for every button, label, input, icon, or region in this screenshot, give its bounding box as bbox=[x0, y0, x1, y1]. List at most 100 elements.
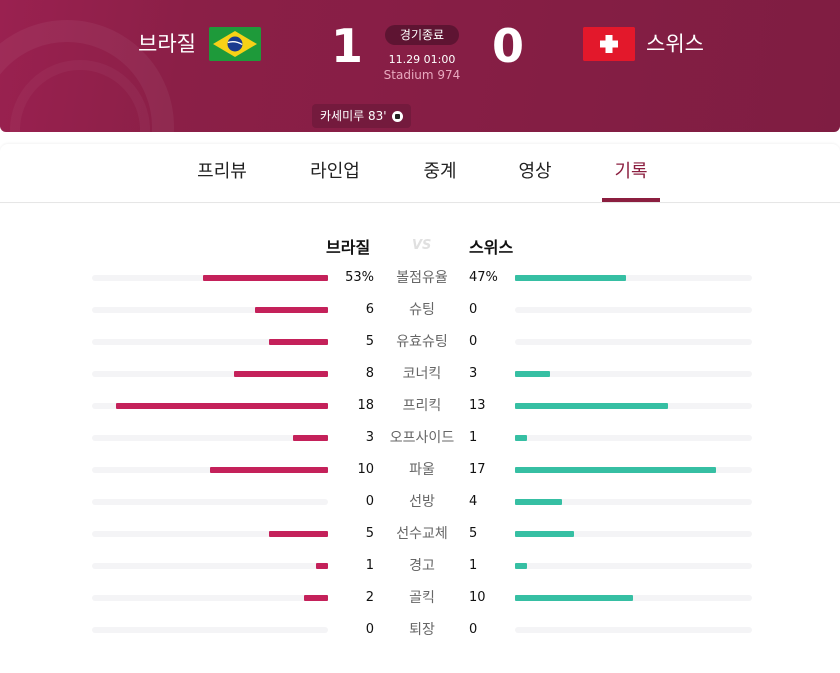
tab-broadcast[interactable]: 중계 bbox=[420, 144, 460, 202]
away-stat-bar bbox=[515, 531, 574, 537]
stat-row: 1 경고 1 bbox=[0, 556, 840, 576]
stat-label: 골킥 bbox=[409, 590, 435, 606]
away-stat-value: 0 bbox=[469, 622, 478, 637]
match-venue: Stadium 974 bbox=[383, 68, 461, 82]
stat-row: 8 코너킥 3 bbox=[0, 364, 840, 384]
away-stat-bar bbox=[515, 275, 626, 281]
home-stat-value: 53% bbox=[345, 270, 374, 285]
stat-row: 0 선방 4 bbox=[0, 492, 840, 512]
match-status-badge: 경기종료 bbox=[385, 25, 459, 45]
away-stat-bar bbox=[515, 435, 527, 441]
away-stat-track bbox=[515, 371, 752, 377]
stat-row: 10 파울 17 bbox=[0, 460, 840, 480]
stat-label: 퇴장 bbox=[409, 622, 435, 638]
home-score: 1 bbox=[331, 19, 364, 73]
away-stat-value: 1 bbox=[469, 558, 478, 573]
home-stat-track bbox=[92, 627, 328, 633]
home-stat-bar bbox=[234, 371, 328, 377]
switzerland-flag-icon[interactable] bbox=[583, 27, 635, 61]
home-stat-value: 18 bbox=[357, 398, 374, 413]
away-stat-value: 3 bbox=[469, 366, 478, 381]
home-stat-track bbox=[92, 563, 328, 569]
home-stat-bar bbox=[116, 403, 328, 409]
home-stat-track bbox=[92, 435, 328, 441]
home-stat-track bbox=[92, 307, 328, 313]
away-stat-value: 47% bbox=[469, 270, 498, 285]
tab-records[interactable]: 기록 bbox=[602, 144, 660, 202]
stat-label: 코너킥 bbox=[402, 366, 442, 382]
away-stat-track bbox=[515, 595, 752, 601]
away-stat-track bbox=[515, 307, 752, 313]
away-stat-value: 5 bbox=[469, 526, 478, 541]
stat-label: 유효슈팅 bbox=[396, 334, 448, 350]
away-stat-bar bbox=[515, 563, 527, 569]
goal-scorer-badge: 카세미루 83' bbox=[312, 104, 411, 128]
home-stat-bar bbox=[203, 275, 328, 281]
away-stat-value: 17 bbox=[469, 462, 486, 477]
home-stat-bar bbox=[293, 435, 328, 441]
home-stat-track bbox=[92, 595, 328, 601]
stats-home-title: 브라질 bbox=[326, 238, 371, 257]
vs-label: VS bbox=[412, 238, 432, 253]
home-stat-track bbox=[92, 467, 328, 473]
home-stat-track bbox=[92, 339, 328, 345]
home-stat-value: 0 bbox=[365, 494, 374, 509]
away-stat-track bbox=[515, 275, 752, 281]
stat-label: 선수교체 bbox=[396, 526, 448, 542]
stat-label: 슈팅 bbox=[409, 302, 435, 318]
away-stat-track bbox=[515, 435, 752, 441]
home-team-name[interactable]: 브라질 bbox=[138, 30, 196, 58]
home-stat-track bbox=[92, 275, 328, 281]
home-stat-bar bbox=[304, 595, 328, 601]
home-stat-value: 5 bbox=[365, 526, 374, 541]
stat-row: 0 퇴장 0 bbox=[0, 620, 840, 640]
away-stat-bar bbox=[515, 595, 633, 601]
tab-video[interactable]: 영상 bbox=[517, 144, 553, 202]
away-stat-track bbox=[515, 627, 752, 633]
match-datetime: 11.29 01:00 bbox=[388, 53, 456, 66]
away-stat-bar bbox=[515, 467, 716, 473]
stat-label: 경고 bbox=[409, 558, 435, 574]
home-stat-track bbox=[92, 499, 328, 505]
away-stat-value: 1 bbox=[469, 430, 478, 445]
away-stat-value: 4 bbox=[469, 494, 478, 509]
home-stat-value: 1 bbox=[365, 558, 374, 573]
home-stat-bar bbox=[269, 339, 328, 345]
home-stat-bar bbox=[255, 307, 328, 313]
soccer-ball-icon bbox=[391, 110, 403, 122]
stats-away-title: 스위스 bbox=[469, 238, 514, 257]
stat-row: 6 슈팅 0 bbox=[0, 300, 840, 320]
home-stat-value: 5 bbox=[365, 334, 374, 349]
away-team-name[interactable]: 스위스 bbox=[646, 30, 704, 58]
away-stat-value: 10 bbox=[469, 590, 486, 605]
stat-row: 2 골킥 10 bbox=[0, 588, 840, 608]
home-stat-bar bbox=[210, 467, 328, 473]
match-header: 브라질 1 경기종료 11.29 01:00 Stadium 974 0 스위스… bbox=[0, 0, 840, 132]
goal-scorer-text: 카세미루 83' bbox=[320, 109, 387, 123]
tab-preview[interactable]: 프리뷰 bbox=[194, 144, 250, 202]
away-stat-bar bbox=[515, 499, 562, 505]
away-stat-track bbox=[515, 403, 752, 409]
home-stat-value: 6 bbox=[365, 302, 374, 317]
stat-row: 53% 볼점유율 47% bbox=[0, 268, 840, 288]
away-stat-track bbox=[515, 531, 752, 537]
stat-row: 18 프리킥 13 bbox=[0, 396, 840, 416]
tab-lineup[interactable]: 라인업 bbox=[307, 144, 363, 202]
home-stat-track bbox=[92, 531, 328, 537]
away-stat-track bbox=[515, 339, 752, 345]
home-stat-value: 3 bbox=[365, 430, 374, 445]
stat-label: 선방 bbox=[409, 494, 435, 510]
stat-row: 3 오프사이드 1 bbox=[0, 428, 840, 448]
home-stat-value: 2 bbox=[365, 590, 374, 605]
home-stat-track bbox=[92, 403, 328, 409]
stat-row: 5 유효슈팅 0 bbox=[0, 332, 840, 352]
home-stat-bar bbox=[316, 563, 328, 569]
away-score: 0 bbox=[492, 19, 525, 73]
away-stat-value: 0 bbox=[469, 334, 478, 349]
away-stat-value: 0 bbox=[469, 302, 478, 317]
stat-label: 오프사이드 bbox=[389, 430, 455, 446]
stat-label: 파울 bbox=[409, 462, 435, 478]
brazil-flag-icon[interactable] bbox=[209, 27, 261, 61]
home-stat-track bbox=[92, 371, 328, 377]
home-stat-value: 10 bbox=[357, 462, 374, 477]
